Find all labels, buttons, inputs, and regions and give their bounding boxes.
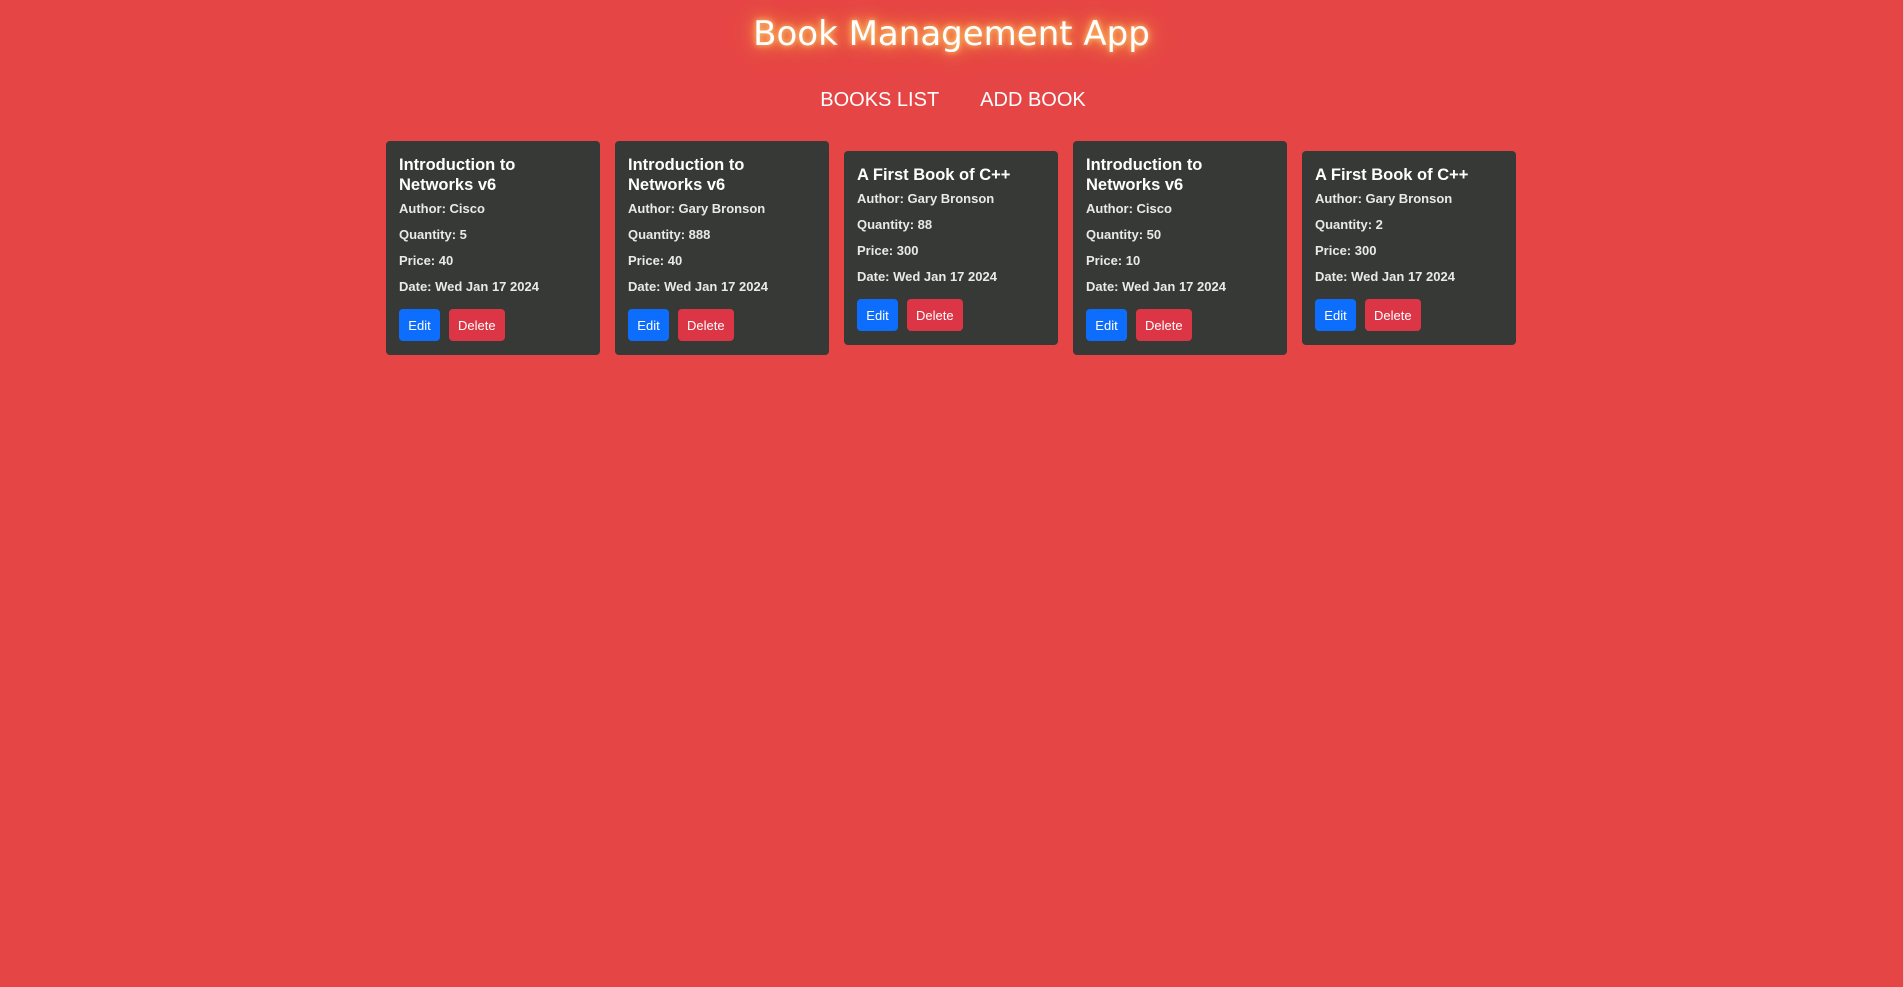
delete-button[interactable]: Delete (1136, 309, 1192, 341)
book-author: Author: Gary Bronson (857, 191, 995, 206)
book-price: Price: 300 (1315, 243, 1377, 258)
book-date: Date: Wed Jan 17 2024 (628, 279, 768, 294)
book-card: Introduction to Networks v6 Author: Cisc… (386, 141, 600, 355)
book-title: Introduction to Networks v6 (628, 156, 745, 194)
book-author: Author: Gary Bronson (1315, 191, 1453, 206)
book-actions: Edit Delete (857, 299, 1045, 331)
book-card: A First Book of C++ Author: Gary Bronson… (1302, 151, 1516, 345)
book-price: Price: 40 (628, 253, 683, 268)
book-quantity: Quantity: 88 (857, 217, 933, 232)
book-price: Price: 40 (399, 253, 454, 268)
nav-add-book-link[interactable]: ADD BOOK (977, 87, 1086, 113)
edit-button[interactable]: Edit (628, 309, 669, 341)
edit-button[interactable]: Edit (1315, 299, 1356, 331)
book-quantity: Quantity: 50 (1086, 227, 1162, 242)
app-title: Book Management App (753, 14, 1150, 54)
book-quantity: Quantity: 5 (399, 227, 467, 242)
edit-button[interactable]: Edit (1086, 309, 1127, 341)
book-actions: Edit Delete (399, 309, 587, 341)
nav-books-list-link[interactable]: BOOKS LIST (817, 87, 939, 113)
main-nav: BOOKS LIST ADD BOOK (0, 87, 1903, 113)
book-price: Price: 10 (1086, 253, 1141, 268)
delete-button[interactable]: Delete (449, 309, 505, 341)
book-date: Date: Wed Jan 17 2024 (857, 269, 997, 284)
book-author: Author: Cisco (1086, 201, 1172, 216)
book-title: A First Book of C++ (1315, 166, 1469, 184)
book-actions: Edit Delete (628, 309, 816, 341)
book-title: A First Book of C++ (857, 166, 1011, 184)
book-card: A First Book of C++ Author: Gary Bronson… (844, 151, 1058, 345)
edit-button[interactable]: Edit (857, 299, 898, 331)
book-card: Introduction to Networks v6 Author: Gary… (615, 141, 829, 355)
book-actions: Edit Delete (1315, 299, 1503, 331)
book-actions: Edit Delete (1086, 309, 1274, 341)
book-title: Introduction to Networks v6 (1086, 156, 1203, 194)
delete-button[interactable]: Delete (1365, 299, 1421, 331)
book-title: Introduction to Networks v6 (399, 156, 516, 194)
delete-button[interactable]: Delete (678, 309, 734, 341)
book-card: Introduction to Networks v6 Author: Cisc… (1073, 141, 1287, 355)
book-card-list: Introduction to Networks v6 Author: Cisc… (386, 141, 1517, 355)
book-quantity: Quantity: 2 (1315, 217, 1383, 232)
book-author: Author: Cisco (399, 201, 485, 216)
book-date: Date: Wed Jan 17 2024 (1315, 269, 1455, 284)
book-author: Author: Gary Bronson (628, 201, 766, 216)
book-price: Price: 300 (857, 243, 919, 258)
book-quantity: Quantity: 888 (628, 227, 711, 242)
book-date: Date: Wed Jan 17 2024 (399, 279, 539, 294)
book-date: Date: Wed Jan 17 2024 (1086, 279, 1226, 294)
delete-button[interactable]: Delete (907, 299, 963, 331)
edit-button[interactable]: Edit (399, 309, 440, 341)
